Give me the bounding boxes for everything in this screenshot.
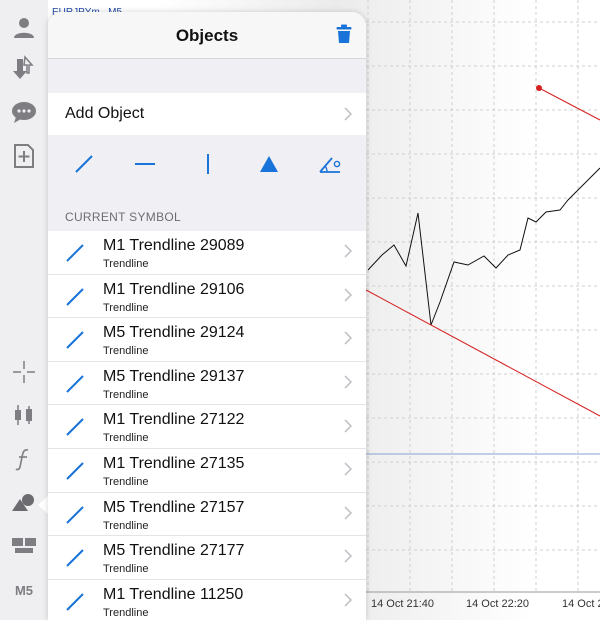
object-name: M5 Trendline 29124 xyxy=(103,324,245,342)
object-name: M5 Trendline 27177 xyxy=(103,542,245,560)
objects-panel: Objects Add Object CURRENT SYMBOL M1 Tre… xyxy=(48,12,366,620)
chevron-right-icon xyxy=(344,506,352,520)
crosshair-icon xyxy=(13,361,35,383)
object-list-item[interactable]: M1 Trendline 11250 Trendline xyxy=(48,579,366,620)
triangle-tool[interactable] xyxy=(254,151,284,177)
object-list-item[interactable]: M1 Trendline 29089 Trendline xyxy=(48,231,366,275)
time-label: 14 Oct 21:40 xyxy=(371,598,434,610)
object-type: Trendline xyxy=(103,258,149,270)
object-name: M5 Trendline 27157 xyxy=(103,498,245,516)
chat-icon xyxy=(12,102,36,123)
object-list-item[interactable]: M1 Trendline 27135 Trendline xyxy=(48,448,366,493)
object-type: Trendline xyxy=(103,519,149,532)
vertical-line-icon xyxy=(207,154,209,174)
section-title: CURRENT SYMBOL xyxy=(65,210,181,224)
vertical-line-tool[interactable] xyxy=(193,151,223,177)
candles-icon xyxy=(15,405,32,425)
trendline-upper xyxy=(538,87,600,121)
timeframe-label: M5 xyxy=(14,582,34,598)
chevron-right-icon xyxy=(344,244,352,258)
user-button[interactable] xyxy=(4,10,44,46)
crosshair-button[interactable] xyxy=(4,354,44,390)
chart-grid xyxy=(366,0,600,592)
horizontal-line-icon xyxy=(135,163,155,165)
object-list-item[interactable]: M5 Trendline 27177 Trendline xyxy=(48,536,366,580)
object-name: M1 Trendline 11250 xyxy=(103,585,244,603)
user-icon xyxy=(14,18,34,38)
panel-header: Objects xyxy=(48,12,366,59)
trade-button[interactable] xyxy=(4,50,44,86)
chevron-right-icon xyxy=(344,419,352,433)
delete-all-button[interactable] xyxy=(336,24,352,49)
object-name: M5 Trendline 29137 xyxy=(103,367,245,385)
trendline-icon xyxy=(66,375,84,393)
object-type: Trendline xyxy=(103,563,149,576)
add-icon xyxy=(14,144,34,168)
object-type: Trendline xyxy=(103,345,149,358)
function-icon xyxy=(15,449,29,471)
left-toolbar: M5 xyxy=(0,0,48,620)
object-name: M1 Trendline 29089 xyxy=(103,237,245,254)
object-list-item[interactable]: M5 Trendline 29124 Trendline xyxy=(48,318,366,362)
object-type: Trendline xyxy=(103,432,149,445)
objects-list: M1 Trendline 29089 Trendline M1 Trendlin… xyxy=(48,231,366,620)
trendline-icon xyxy=(75,155,93,173)
chevron-right-icon xyxy=(344,375,352,389)
object-tools xyxy=(48,135,366,193)
object-list-item[interactable]: M5 Trendline 27157 Trendline xyxy=(48,492,366,537)
arrows-icon xyxy=(13,55,34,79)
chart-type-button[interactable] xyxy=(4,397,44,433)
time-label: 14 Oct 23 xyxy=(562,598,600,610)
layout-button[interactable] xyxy=(4,528,44,564)
object-name: M1 Trendline 29106 xyxy=(103,280,245,298)
trash-icon xyxy=(336,24,352,43)
objects-icon xyxy=(12,494,34,511)
object-type: Trendline xyxy=(103,388,149,401)
trendline-icon xyxy=(66,462,84,480)
active-pointer xyxy=(38,496,48,514)
chevron-right-icon xyxy=(344,288,352,302)
chevron-right-icon xyxy=(344,593,352,607)
add-object-label: Add Object xyxy=(65,105,145,122)
angle-icon xyxy=(319,157,341,173)
object-type: Trendline xyxy=(103,301,149,314)
layout-icon xyxy=(12,538,36,553)
triangle-icon xyxy=(260,156,278,172)
trendline-icon xyxy=(66,287,84,306)
trendline-icon xyxy=(66,244,84,262)
object-name: M1 Trendline 27122 xyxy=(103,411,245,429)
indicators-button[interactable] xyxy=(4,441,44,477)
object-list-item[interactable]: M1 Trendline 27122 Trendline xyxy=(48,405,366,449)
trendline-anchor xyxy=(536,85,542,91)
chevron-right-icon xyxy=(344,549,352,564)
trendline-icon xyxy=(66,593,84,611)
chevron-right-icon xyxy=(344,107,352,121)
object-type: Trendline xyxy=(103,606,149,619)
panel-title: Objects xyxy=(175,26,239,45)
trendline-lower xyxy=(365,289,600,417)
chat-button[interactable] xyxy=(4,94,44,130)
trendline-icon xyxy=(66,331,84,349)
add-object-row[interactable]: Add Object xyxy=(48,93,366,135)
trendline-icon xyxy=(66,549,84,567)
new-order-button[interactable] xyxy=(4,138,44,174)
trendline-icon xyxy=(66,418,84,437)
object-name: M1 Trendline 27135 xyxy=(103,454,245,472)
object-list-item[interactable]: M1 Trendline 29106 Trendline xyxy=(48,274,366,319)
horizontal-line-tool[interactable] xyxy=(130,151,160,177)
angle-tool[interactable] xyxy=(315,151,345,177)
chevron-right-icon xyxy=(344,331,352,346)
timeframe-button[interactable]: M5 xyxy=(4,572,44,608)
price-line xyxy=(367,167,600,326)
trendline-icon xyxy=(66,505,84,524)
time-label: 14 Oct 22:20 xyxy=(466,598,529,610)
object-type: Trendline xyxy=(103,475,149,488)
chevron-right-icon xyxy=(344,462,352,476)
trendline-tool[interactable] xyxy=(69,151,99,177)
object-list-item[interactable]: M5 Trendline 29137 Trendline xyxy=(48,361,366,406)
